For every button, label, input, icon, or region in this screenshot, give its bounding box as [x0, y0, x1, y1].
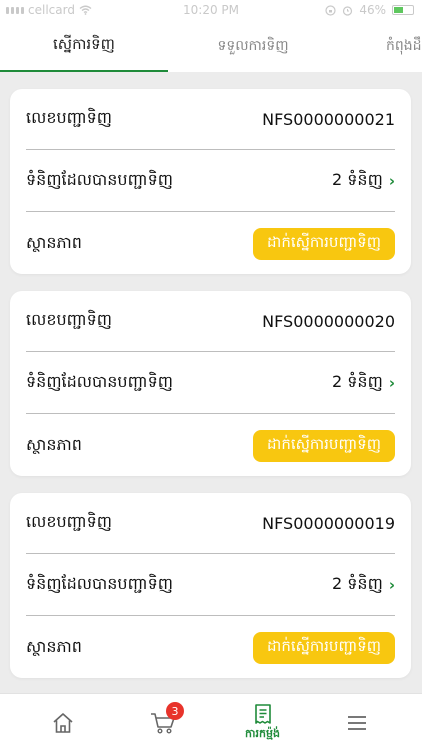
tab-received-order[interactable]: ទទួលការទិញ [168, 20, 338, 72]
order-number-row: លេខបញ្ជាទិញ NFS0000000019 [26, 493, 395, 554]
tab-delivering[interactable]: កំពុងដឹក [386, 20, 422, 72]
nav-home[interactable] [10, 694, 115, 750]
chevron-right-icon: › [388, 172, 395, 190]
battery-percent: 46% [359, 3, 386, 17]
ordered-items-label: ទំនិញដែលបានបញ្ជាទិញ [26, 372, 173, 391]
status-right: 46% [325, 3, 414, 17]
nav-cart[interactable]: 3 [110, 694, 215, 750]
rotation-lock-icon [325, 4, 336, 16]
ordered-items-row[interactable]: ទំនិញដែលបានបញ្ជាទិញ 2 ទំនិញ › [26, 151, 395, 212]
order-card[interactable]: លេខបញ្ជាទិញ NFS0000000019 ទំនិញដែលបានបញ្… [10, 493, 411, 678]
order-card[interactable]: លេខបញ្ជាទិញ NFS0000000020 ទំនិញដែលបានបញ្… [10, 291, 411, 476]
order-number-label: លេខបញ្ជាទិញ [26, 512, 113, 531]
items-count-value: 2 ទំនិញ [332, 574, 383, 593]
nav-orders-label: ការកម្ម៉ង់ [245, 727, 280, 740]
order-number-value: NFS0000000020 [262, 311, 395, 331]
order-number-label: លេខបញ្ជាទិញ [26, 310, 113, 329]
status-button[interactable]: ដាក់ស្នើការបញ្ជាទិញ [253, 631, 395, 664]
tab-request-order[interactable]: ស្នើការទិញ [0, 20, 168, 72]
order-card[interactable]: លេខបញ្ជាទិញ NFS0000000021 ទំនិញដែលបានបញ្… [10, 89, 411, 274]
home-icon [52, 712, 73, 733]
items-count-link[interactable]: 2 ទំនិញ › [332, 371, 395, 395]
status-bar: cellcard 10:20 PM 46% [0, 0, 422, 20]
status-button[interactable]: ដាក់ស្នើការបញ្ជាទិញ [253, 227, 395, 260]
active-tab-indicator [0, 70, 168, 72]
status-button[interactable]: ដាក់ស្នើការបញ្ជាទិញ [253, 429, 395, 462]
cart-count-badge: 3 [166, 702, 184, 720]
menu-icon [347, 715, 366, 730]
status-row: ស្ថានភាព ដាក់ស្នើការបញ្ជាទិញ [26, 213, 395, 274]
battery-icon [392, 5, 414, 15]
status-row: ស្ថានភាព ដាក់ស្នើការបញ្ជាទិញ [26, 617, 395, 678]
order-status-tabs: ស្នើការទិញ ទទួលការទិញ កំពុងដឹក [0, 20, 422, 72]
ordered-items-row[interactable]: ទំនិញដែលបានបញ្ជាទិញ 2 ទំនិញ › [26, 555, 395, 616]
status-label: ស្ថានភាព [26, 232, 82, 252]
chevron-right-icon: › [388, 576, 395, 594]
bottom-navigation: 3 ការកម្ម៉ង់ [0, 693, 422, 750]
items-count-value: 2 ទំនិញ [332, 372, 383, 391]
order-number-row: លេខបញ្ជាទិញ NFS0000000020 [26, 291, 395, 352]
chevron-right-icon: › [388, 374, 395, 392]
nav-menu[interactable] [304, 694, 409, 750]
items-count-value: 2 ទំនិញ [332, 170, 383, 189]
status-row: ស្ថានភាព ដាក់ស្នើការបញ្ជាទិញ [26, 415, 395, 476]
ordered-items-label: ទំនិញដែលបានបញ្ជាទិញ [26, 574, 173, 593]
items-count-link[interactable]: 2 ទំនិញ › [332, 169, 395, 193]
ordered-items-label: ទំនិញដែលបានបញ្ជាទិញ [26, 170, 173, 189]
receipt-icon [254, 704, 271, 724]
items-count-link[interactable]: 2 ទំនិញ › [332, 573, 395, 597]
alarm-icon [343, 5, 353, 16]
nav-orders[interactable]: ការកម្ម៉ង់ [210, 694, 315, 750]
status-label: ស្ថានភាព [26, 636, 82, 656]
order-number-row: លេខបញ្ជាទិញ NFS0000000021 [26, 89, 395, 150]
status-label: ស្ថានភាព [26, 434, 82, 454]
ordered-items-row[interactable]: ទំនិញដែលបានបញ្ជាទិញ 2 ទំនិញ › [26, 353, 395, 414]
order-number-value: NFS0000000021 [262, 109, 395, 129]
order-number-label: លេខបញ្ជាទិញ [26, 108, 113, 127]
order-number-value: NFS0000000019 [262, 513, 395, 533]
